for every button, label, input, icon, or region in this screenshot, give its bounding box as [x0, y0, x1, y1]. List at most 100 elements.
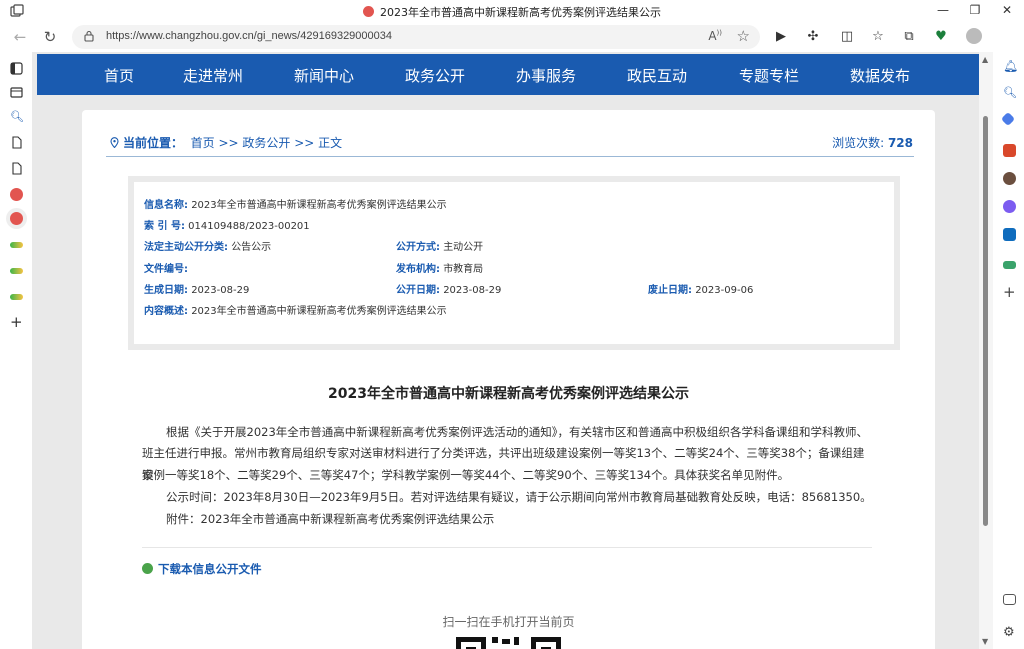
nav-item-data[interactable]: 数据发布 — [850, 65, 910, 86]
article-card: 当前位置： 首页 >> 政务公开 >> 正文 浏览次数: 728 信息名称: 2… — [82, 110, 935, 649]
read-aloud-icon[interactable]: A)) — [708, 29, 722, 43]
extensions-icon[interactable]: ✣ — [804, 28, 822, 46]
article-p1-line1: 根据《关于开展2023年全市普通高中新课程新高考优秀案例评选活动的通知》，有关辖… — [166, 425, 869, 439]
views-count: 728 — [887, 136, 913, 150]
info-org-value: 市教育局 — [443, 264, 484, 275]
tab-actions-icon[interactable] — [10, 62, 23, 75]
info-published-row: 公开日期: 2023-08-29 — [396, 281, 501, 296]
drop-icon[interactable] — [1003, 261, 1016, 269]
info-category-value: 公告公示 — [231, 242, 272, 253]
nav-item-gov-affairs[interactable]: 政务公开 — [405, 65, 465, 86]
views-label: 浏览次数: — [832, 136, 885, 150]
article-title: 2023年全市普通高中新课程新高考优秀案例评选结果公示 — [328, 386, 689, 402]
info-expiry-value: 2023-09-06 — [695, 285, 754, 296]
nav-item-services[interactable]: 办事服务 — [516, 65, 576, 86]
play-icon[interactable]: ▶ — [772, 28, 790, 46]
download-link[interactable]: 下载本信息公开文件 — [142, 561, 262, 577]
minimize-button[interactable]: — — [934, 3, 952, 17]
url-text[interactable]: https://www.changzhou.gov.cn/gi_news/429… — [106, 30, 392, 42]
qr-code-icon — [456, 637, 561, 649]
info-name-label: 信息名称: — [144, 200, 188, 211]
info-name-value: 2023年全市普通高中新课程新高考优秀案例评选结果公示 — [191, 200, 447, 211]
profile-avatar[interactable] — [966, 28, 982, 44]
qr-caption: 扫一扫在手机打开当前页 — [442, 615, 575, 629]
breadcrumb-path[interactable]: 首页 >> 政务公开 >> 正文 — [191, 136, 342, 150]
search-tab-icon[interactable]: 🔍︎ — [10, 110, 24, 123]
article-attachment[interactable]: 附件：2023年全市普通高中新课程新高考优秀案例评选结果公示 — [142, 509, 872, 531]
info-metadata-box: 信息名称: 2023年全市普通高中新课程新高考优秀案例评选结果公示 索 引 号:… — [128, 176, 900, 350]
download-label[interactable]: 下载本信息公开文件 — [158, 562, 262, 576]
feedback-icon[interactable] — [1003, 594, 1016, 605]
breadcrumb-divider — [106, 156, 914, 157]
left-sidebar: 🔍︎ + — [0, 52, 32, 649]
search-icon[interactable]: 🔍︎ — [1003, 86, 1017, 99]
close-button[interactable]: ✕ — [998, 3, 1016, 17]
document-tab-icon[interactable] — [10, 136, 23, 149]
settings-gear-icon[interactable]: ⚙ — [1003, 626, 1016, 639]
info-org-row: 发布机构: 市教育局 — [396, 260, 483, 275]
article-p1-line3: 案例一等奖18个、二等奖29个、三等奖47个；学科教学案例一等奖44个、二等奖9… — [142, 468, 790, 482]
info-summary-label: 内容概述: — [144, 306, 188, 317]
nav-item-news[interactable]: 新闻中心 — [294, 65, 354, 86]
nav-item-topics[interactable]: 专题专栏 — [739, 65, 799, 86]
colorful-site-tab-icon[interactable] — [10, 242, 23, 248]
refresh-icon[interactable]: ↻ — [40, 27, 60, 47]
favorites-icon[interactable]: ☆ — [869, 28, 887, 46]
info-created-label: 生成日期: — [144, 285, 188, 296]
info-expiry-label: 废止日期: — [648, 285, 692, 296]
gov-site-active-tab-icon[interactable] — [10, 212, 23, 225]
info-published-label: 公开日期: — [396, 285, 440, 296]
colorful-site-tab-icon[interactable] — [10, 294, 23, 300]
info-category-row: 法定主动公开分类: 公告公示 — [144, 238, 271, 253]
add-sidebar-app-icon[interactable]: + — [1003, 285, 1016, 300]
info-created-row: 生成日期: 2023-08-29 — [144, 281, 249, 296]
nav-item-about[interactable]: 走进常州 — [183, 65, 243, 86]
info-org-label: 发布机构: — [396, 264, 440, 275]
web-page: 首页 走进常州 新闻中心 政务公开 办事服务 政民互动 专题专栏 数据发布 当前… — [32, 52, 979, 649]
read-aloud-label: A — [708, 29, 717, 43]
scroll-down-icon[interactable]: ▼ — [982, 637, 988, 646]
info-published-value: 2023-08-29 — [443, 285, 502, 296]
tab-title-text: 2023年全市普通高中新课程新高考优秀案例评选结果公示 — [380, 6, 661, 19]
info-index-row: 索 引 号: 014109488/2023-00201 — [144, 217, 310, 232]
toolbox-icon[interactable] — [1003, 144, 1016, 157]
info-created-value: 2023-08-29 — [191, 285, 250, 296]
games-icon[interactable] — [1003, 172, 1016, 185]
document-tab-icon[interactable] — [10, 162, 23, 175]
address-bar[interactable]: https://www.changzhou.gov.cn/gi_news/429… — [72, 25, 760, 49]
vertical-scrollbar[interactable]: ▲ ▼ — [979, 52, 993, 649]
info-method-value: 主动公开 — [443, 242, 484, 253]
info-summary-row: 内容概述: 2023年全市普通高中新课程新高考优秀案例评选结果公示 — [144, 302, 447, 317]
new-tab-plus-icon[interactable]: + — [10, 315, 23, 330]
notification-bell-icon[interactable]: 🔔︎ — [1003, 60, 1018, 73]
split-screen-icon[interactable]: ◫ — [838, 28, 856, 46]
download-divider — [142, 547, 872, 548]
nav-item-home[interactable]: 首页 — [104, 65, 134, 86]
browser-toolbar: ← ↻ https://www.changzhou.gov.cn/gi_news… — [0, 22, 1024, 52]
location-pin-icon — [110, 137, 119, 148]
outlook-icon[interactable] — [1003, 228, 1016, 241]
scrollbar-thumb[interactable] — [983, 116, 988, 526]
info-method-label: 公开方式: — [396, 242, 440, 253]
gov-site-tab-icon[interactable] — [10, 188, 23, 201]
collections-icon[interactable]: ⧉ — [900, 28, 918, 46]
breadcrumb: 当前位置： 首页 >> 政务公开 >> 正文 — [110, 134, 342, 151]
scroll-up-icon[interactable]: ▲ — [982, 55, 988, 64]
shopping-tag-icon[interactable] — [1000, 111, 1016, 127]
browser-essentials-icon[interactable]: ♥ — [932, 28, 950, 46]
back-icon[interactable]: ← — [10, 27, 30, 47]
favorite-star-icon[interactable]: ☆ — [737, 27, 750, 45]
tab-page-icon[interactable] — [10, 86, 23, 99]
lock-icon[interactable] — [84, 30, 94, 42]
restore-button[interactable]: ❐ — [966, 3, 984, 17]
colorful-site-tab-icon[interactable] — [10, 268, 23, 274]
breadcrumb-prefix: 当前位置： — [123, 136, 184, 150]
article-paragraph-1-cont: 案例一等奖18个、二等奖29个、三等奖47个；学科教学案例一等奖44个、二等奖9… — [142, 465, 872, 487]
info-method-row: 公开方式: 主动公开 — [396, 238, 483, 253]
info-index-label: 索 引 号: — [144, 221, 185, 232]
right-sidebar: 🔔︎ 🔍︎ + ⚙ — [993, 52, 1024, 649]
article-paragraph-2: 公示时间：2023年8月30日—2023年9月5日。若对评选结果有疑议，请于公示… — [166, 490, 872, 504]
site-favicon-icon — [363, 6, 374, 17]
nav-item-interaction[interactable]: 政民互动 — [627, 65, 687, 86]
copilot-icon[interactable] — [1003, 200, 1016, 213]
